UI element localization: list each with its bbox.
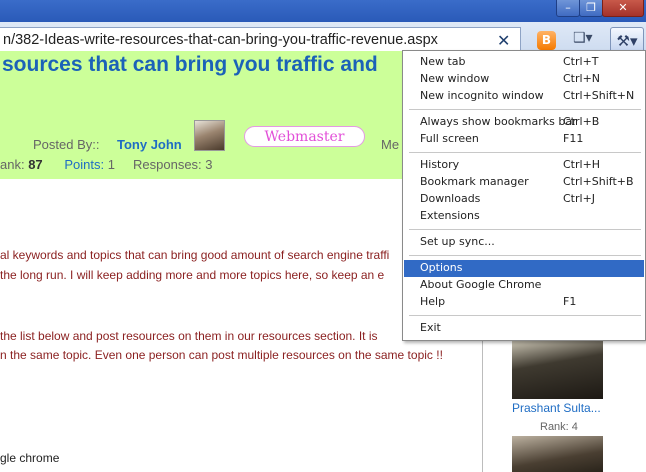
- menu-separator: [409, 109, 641, 110]
- maximize-button[interactable]: ❐: [579, 0, 603, 17]
- menu-separator: [409, 255, 641, 256]
- member-photo[interactable]: [512, 436, 603, 472]
- menu-item-label: Set up sync...: [420, 235, 495, 248]
- menu-item-about-google-chrome[interactable]: About Google Chrome: [404, 277, 644, 294]
- menu-item-label: History: [420, 158, 460, 171]
- menu-item-help[interactable]: Help F1: [404, 294, 644, 311]
- responses-label: Responses:: [133, 157, 202, 172]
- menu-item-label: New incognito window: [420, 89, 544, 102]
- menu-item-label: About Google Chrome: [420, 278, 542, 291]
- menu-item-history[interactable]: History Ctrl+H: [404, 157, 644, 174]
- close-icon[interactable]: ✕: [497, 31, 510, 50]
- menu-item-options[interactable]: Options: [404, 260, 644, 277]
- menu-item-shortcut: Ctrl+J: [563, 192, 596, 205]
- responses-value: 3: [205, 157, 213, 172]
- points-value: 1: [107, 157, 115, 172]
- posted-by-label: Posted By::: [33, 137, 100, 152]
- author-avatar[interactable]: [194, 120, 225, 151]
- menu-item-label: Help: [420, 295, 446, 308]
- menu-item-shortcut: F1: [563, 295, 577, 308]
- menu-item-label: Downloads: [420, 192, 481, 205]
- article-text-line: the long run. I will keep adding more an…: [0, 268, 385, 282]
- menu-item-shortcut: Ctrl+B: [563, 115, 600, 128]
- menu-item-shortcut: Ctrl+T: [563, 55, 599, 68]
- menu-separator: [409, 315, 641, 316]
- blogger-extension-icon[interactable]: B: [537, 31, 556, 50]
- minimize-button[interactable]: –: [556, 0, 580, 17]
- menu-item-label: New tab: [420, 55, 466, 68]
- window-title-bar: – ❐ ✕: [0, 0, 646, 22]
- menu-item-exit[interactable]: Exit: [404, 320, 644, 337]
- rank-label: ank:: [0, 157, 25, 172]
- menu-item-shortcut: Ctrl+H: [563, 158, 601, 171]
- menu-item-extensions[interactable]: Extensions: [404, 208, 644, 225]
- address-bar-url[interactable]: n/382-Ideas-write-resources-that-can-bri…: [3, 32, 438, 48]
- member-name-link[interactable]: Prashant Sulta...: [512, 401, 601, 415]
- article-text-line: al keywords and topics that can bring go…: [0, 248, 390, 262]
- menu-item-downloads[interactable]: Downloads Ctrl+J: [404, 191, 644, 208]
- menu-separator: [409, 152, 641, 153]
- member-rank: Rank: 4: [540, 421, 578, 433]
- page-menu-icon[interactable]: ❑▾: [573, 30, 607, 52]
- menu-item-set-up-sync[interactable]: Set up sync...: [404, 234, 644, 251]
- menu-item-new-incognito-window[interactable]: New incognito window Ctrl+Shift+N: [404, 88, 644, 105]
- webmaster-badge: Webmaster: [244, 126, 365, 147]
- menu-item-shortcut: Ctrl+Shift+N: [563, 89, 635, 102]
- article-text-line: n the same topic. Even one person can po…: [0, 348, 443, 362]
- article-text-line: the list below and post resources on the…: [0, 329, 378, 343]
- menu-item-label: Exit: [420, 321, 441, 334]
- menu-item-label: Extensions: [420, 209, 480, 222]
- member-photo[interactable]: [512, 340, 603, 399]
- menu-item-full-screen[interactable]: Full screen F11: [404, 131, 644, 148]
- wrench-dropdown-menu: New tab Ctrl+T New window Ctrl+N New inc…: [402, 50, 646, 341]
- author-stats: ank: 87 Points: 1 Responses: 3: [0, 157, 213, 172]
- rank-value: 87: [28, 157, 43, 172]
- member-label: Me: [381, 137, 400, 152]
- author-link[interactable]: Tony John: [117, 137, 182, 152]
- article-text-line: gle chrome: [0, 451, 60, 465]
- close-window-button[interactable]: ✕: [602, 0, 644, 17]
- menu-item-label: Always show bookmarks bar: [420, 115, 577, 128]
- page-title: sources that can bring you traffic and: [2, 53, 378, 76]
- menu-item-shortcut: Ctrl+Shift+B: [563, 175, 634, 188]
- menu-item-shortcut: F11: [563, 132, 584, 145]
- menu-item-label: Full screen: [420, 132, 479, 145]
- menu-separator: [409, 229, 641, 230]
- menu-item-new-tab[interactable]: New tab Ctrl+T: [404, 54, 644, 71]
- menu-item-always-show-bookmarks-bar[interactable]: Always show bookmarks bar Ctrl+B: [404, 114, 644, 131]
- menu-item-new-window[interactable]: New window Ctrl+N: [404, 71, 644, 88]
- menu-item-label: New window: [420, 72, 490, 85]
- points-link[interactable]: Points:: [64, 157, 104, 172]
- menu-item-label: Options: [420, 261, 463, 274]
- menu-item-shortcut: Ctrl+N: [563, 72, 601, 85]
- menu-item-bookmark-manager[interactable]: Bookmark manager Ctrl+Shift+B: [404, 174, 644, 191]
- menu-item-label: Bookmark manager: [420, 175, 529, 188]
